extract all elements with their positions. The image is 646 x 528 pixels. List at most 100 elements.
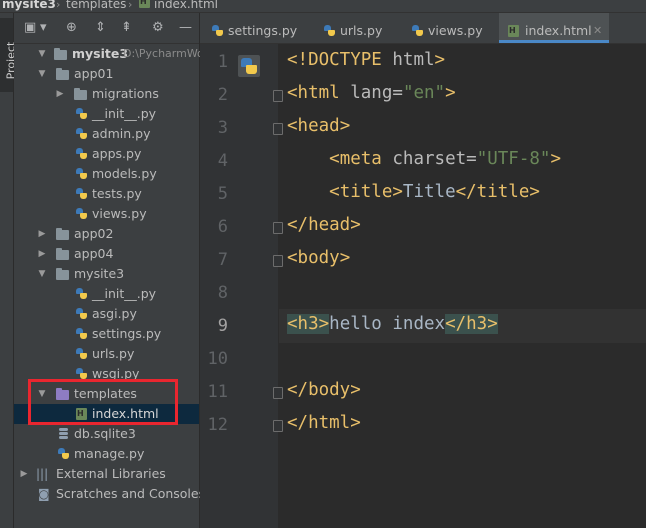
tree-item-file[interactable]: apps.py bbox=[14, 144, 199, 164]
tree-item-label: settings.py bbox=[92, 326, 162, 341]
tab-index-html[interactable]: index.html ✕ bbox=[499, 13, 609, 43]
python-interpreter-gutter-icon[interactable] bbox=[238, 55, 260, 77]
tree-item-manage-py[interactable]: manage.py bbox=[14, 444, 199, 464]
python-file-icon bbox=[412, 25, 423, 36]
tree-item-external-libraries[interactable]: ▶ ||| External Libraries bbox=[14, 464, 199, 484]
tree-item-mysite3-package[interactable]: ▼ mysite3 bbox=[14, 264, 199, 284]
line-number: 1 bbox=[217, 52, 228, 72]
tree-item-label: __init__.py bbox=[92, 106, 157, 121]
tree-item-migrations[interactable]: ▶ migrations bbox=[14, 84, 199, 104]
tree-item-label: apps.py bbox=[92, 146, 142, 161]
line-number: 2 bbox=[217, 85, 228, 105]
red-annotation-box bbox=[28, 379, 178, 425]
tree-item-file[interactable]: models.py bbox=[14, 164, 199, 184]
tree-item-path: D:\PycharmWor bbox=[123, 47, 209, 60]
code-line[interactable]: <body> bbox=[287, 248, 350, 268]
tree-item-file[interactable]: asgi.py bbox=[14, 304, 199, 324]
navigation-breadcrumb: mysite3 › templates › index.html bbox=[0, 0, 646, 13]
settings-gear-icon[interactable]: ⚙ bbox=[152, 21, 164, 35]
code-line[interactable]: <title>Title</title> bbox=[287, 182, 540, 202]
tree-item-file[interactable]: __init__.py bbox=[14, 284, 199, 304]
tree-item-label: tests.py bbox=[92, 186, 142, 201]
tab-urls-py[interactable]: urls.py bbox=[320, 13, 396, 43]
line-number: 11 bbox=[207, 382, 228, 402]
tree-item-label: app02 bbox=[74, 226, 114, 241]
tree-item-db-sqlite3[interactable]: db.sqlite3 bbox=[14, 424, 199, 444]
tree-item-file[interactable]: admin.py bbox=[14, 124, 199, 144]
line-number: 7 bbox=[217, 250, 228, 270]
tree-item-label: mysite3 bbox=[72, 46, 129, 61]
tree-item-file[interactable]: urls.py bbox=[14, 344, 199, 364]
code-line[interactable]: </html> bbox=[287, 413, 361, 433]
project-tool-tab[interactable]: Project bbox=[0, 18, 17, 92]
database-icon bbox=[58, 428, 69, 440]
python-file-icon bbox=[76, 348, 87, 359]
tree-item-label: __init__.py bbox=[92, 286, 157, 301]
active-tab-indicator bbox=[499, 40, 609, 43]
library-icon: ||| bbox=[36, 467, 49, 481]
code-line[interactable]: <html lang="en"> bbox=[287, 83, 456, 103]
code-line-current[interactable]: <h3>hello index</h3> bbox=[287, 314, 498, 334]
code-line[interactable]: <head> bbox=[287, 116, 350, 136]
breadcrumb-project[interactable]: mysite3 bbox=[2, 0, 56, 11]
tree-item-mysite3-root[interactable]: ▼ mysite3 D:\PycharmWor bbox=[14, 44, 209, 64]
line-number-current: 9 bbox=[217, 316, 228, 336]
tree-item-scratches[interactable]: ◙ Scratches and Consoles bbox=[14, 484, 205, 504]
python-file-icon bbox=[76, 308, 87, 319]
fold-marker-icon[interactable] bbox=[273, 123, 283, 135]
view-mode-dropdown-icon[interactable]: ▾ bbox=[40, 21, 47, 35]
line-number: 6 bbox=[217, 217, 228, 237]
collapse-all-icon[interactable]: ⇞ bbox=[121, 21, 132, 35]
folder-icon bbox=[56, 248, 69, 260]
chevron-down-icon[interactable]: ▼ bbox=[36, 64, 48, 84]
chevron-right-icon[interactable]: ▶ bbox=[18, 464, 30, 484]
tree-item-app04[interactable]: ▶ app04 bbox=[14, 244, 199, 264]
tree-item-app02[interactable]: ▶ app02 bbox=[14, 224, 199, 244]
folder-icon bbox=[56, 268, 69, 280]
fold-marker-icon[interactable] bbox=[273, 222, 283, 234]
python-file-icon bbox=[76, 368, 87, 379]
tree-item-label: app04 bbox=[74, 246, 114, 261]
line-number: 4 bbox=[217, 151, 228, 171]
tree-item-label: manage.py bbox=[74, 446, 145, 461]
tree-item-file[interactable]: settings.py bbox=[14, 324, 199, 344]
fold-marker-icon[interactable] bbox=[273, 255, 283, 267]
tree-item-file[interactable]: views.py bbox=[14, 204, 199, 224]
fold-marker-icon[interactable] bbox=[273, 90, 283, 102]
chevron-right-icon[interactable]: ▶ bbox=[36, 224, 48, 244]
tree-item-label: urls.py bbox=[92, 346, 135, 361]
hide-panel-icon[interactable]: — bbox=[179, 21, 192, 35]
fold-marker-icon[interactable] bbox=[273, 387, 283, 399]
breadcrumb-separator-icon: › bbox=[128, 0, 133, 11]
tree-item-label: mysite3 bbox=[74, 266, 125, 281]
line-number: 12 bbox=[207, 415, 228, 435]
project-view-icon[interactable]: ▣ bbox=[24, 21, 36, 35]
tree-item-label: asgi.py bbox=[92, 306, 137, 321]
tree-item-label: External Libraries bbox=[56, 466, 166, 481]
tree-item-label: admin.py bbox=[92, 126, 151, 141]
html-file-icon bbox=[508, 25, 519, 37]
tree-item-file[interactable]: tests.py bbox=[14, 184, 199, 204]
chevron-down-icon[interactable]: ▼ bbox=[36, 44, 48, 64]
python-file-icon bbox=[324, 25, 335, 36]
tree-item-app01[interactable]: ▼ app01 bbox=[14, 64, 199, 84]
code-line[interactable]: </head> bbox=[287, 215, 361, 235]
tree-item-label: app01 bbox=[74, 66, 114, 81]
folder-icon bbox=[74, 88, 87, 100]
tree-item-file[interactable]: __init__.py bbox=[14, 104, 199, 124]
tab-views-py[interactable]: views.py bbox=[408, 13, 496, 43]
tab-settings-py[interactable]: settings.py bbox=[208, 13, 308, 43]
code-line[interactable]: <!DOCTYPE html> bbox=[287, 50, 445, 70]
chevron-down-icon[interactable]: ▼ bbox=[36, 264, 48, 284]
locate-file-icon[interactable]: ⊕ bbox=[66, 21, 77, 35]
breadcrumb-file[interactable]: index.html bbox=[154, 0, 218, 11]
code-line[interactable]: </body> bbox=[287, 380, 361, 400]
breadcrumb-folder[interactable]: templates bbox=[66, 0, 126, 11]
chevron-right-icon[interactable]: ▶ bbox=[54, 84, 66, 104]
fold-marker-icon[interactable] bbox=[273, 420, 283, 432]
expand-all-icon[interactable]: ⇕ bbox=[95, 21, 106, 35]
folder-icon bbox=[54, 48, 67, 60]
code-line[interactable]: <meta charset="UTF-8"> bbox=[287, 149, 561, 169]
scratches-icon: ◙ bbox=[38, 487, 50, 501]
chevron-right-icon[interactable]: ▶ bbox=[36, 244, 48, 264]
